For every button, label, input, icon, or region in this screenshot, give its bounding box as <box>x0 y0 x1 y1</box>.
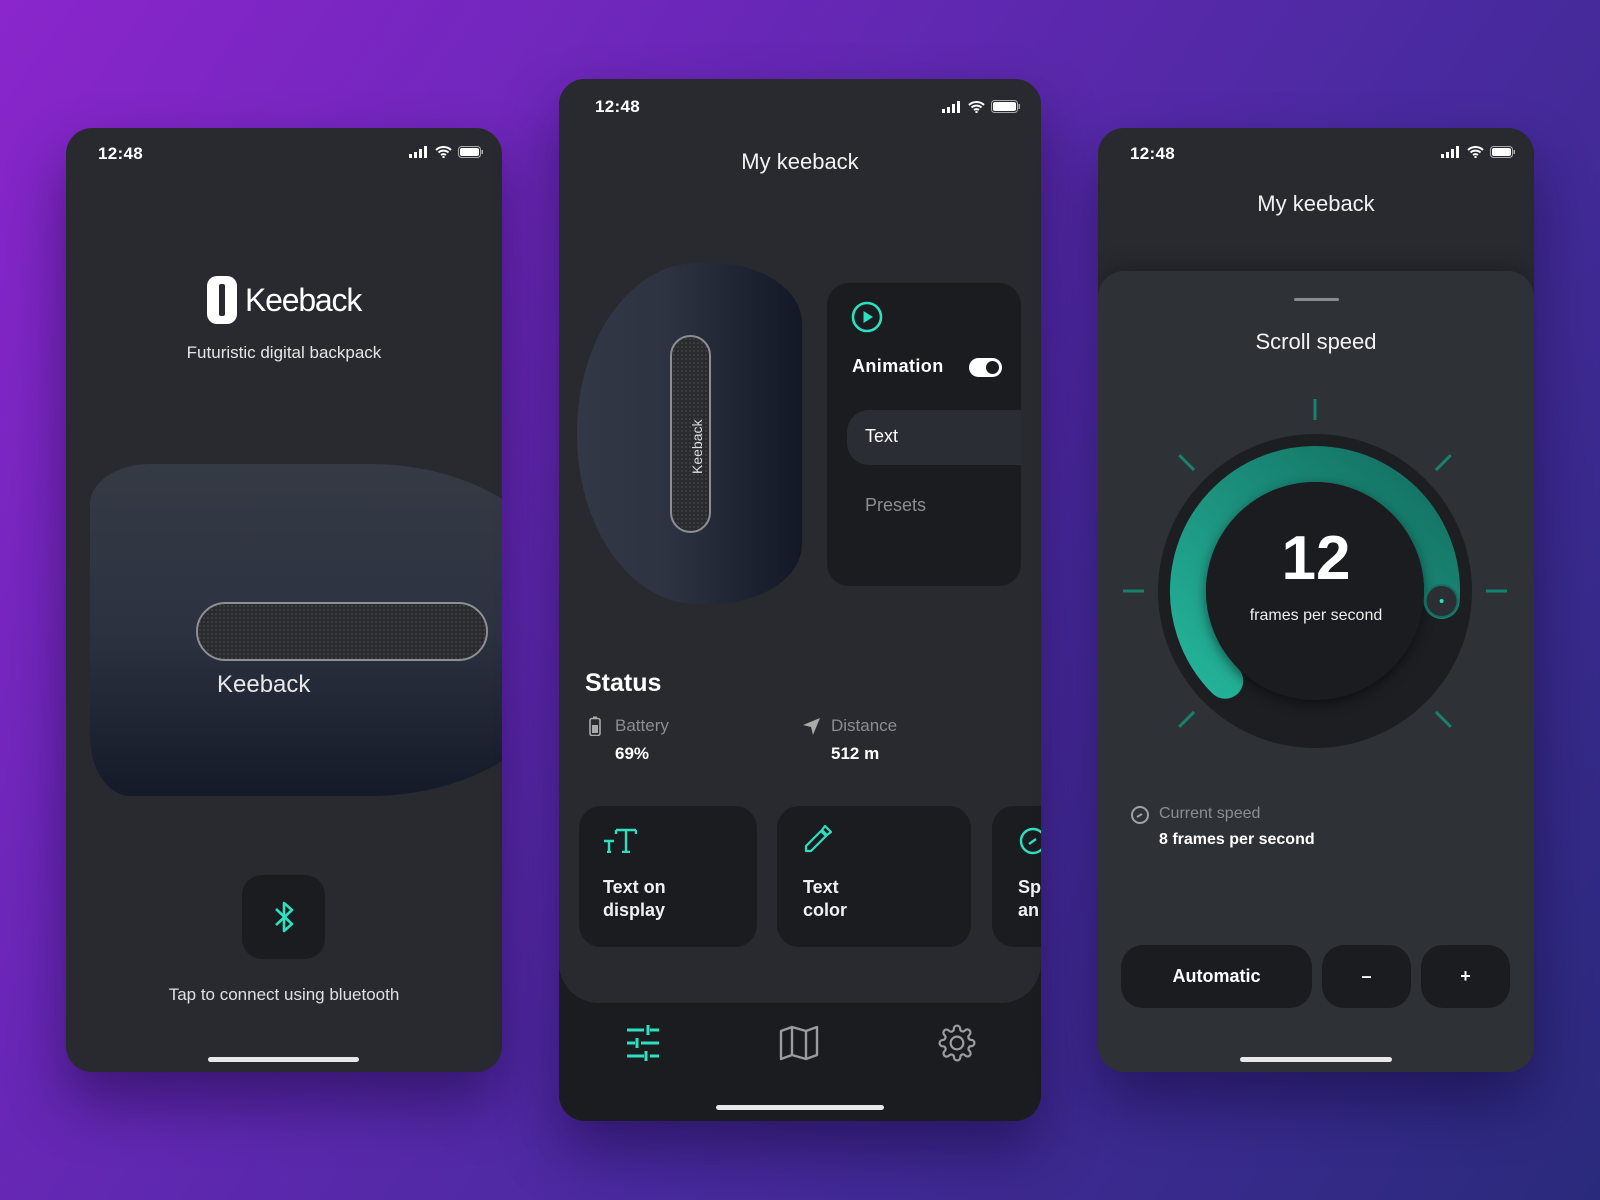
card-text-color[interactable]: Text color <box>777 806 971 947</box>
wifi-icon <box>435 146 452 158</box>
text-size-icon <box>604 828 637 853</box>
sheet-title: Scroll speed <box>1255 329 1377 354</box>
dial-tick <box>1434 454 1452 472</box>
battery-label: Battery <box>615 716 669 735</box>
location-arrow-icon <box>803 718 820 735</box>
toggle-knob <box>986 361 999 374</box>
dashboard-screen: 12:48 My keeback Keeback Animation Text … <box>559 79 1041 1121</box>
scroll-speed-screen: 12:48 My keeback Scroll speed 12 frames … <box>1098 128 1534 1072</box>
speedometer-icon <box>1131 806 1149 824</box>
current-speed-label: Current speed <box>1159 805 1261 822</box>
status-icons <box>1441 146 1516 158</box>
card-label-line2: an <box>1018 900 1040 920</box>
dial-tick <box>1434 710 1452 728</box>
battery-status-icon <box>1490 146 1515 158</box>
wifi-icon <box>1467 146 1484 158</box>
status-icons <box>942 100 1021 113</box>
home-indicator <box>208 1057 359 1062</box>
battery-status-icon <box>458 146 483 158</box>
signal-icon <box>942 100 960 113</box>
dial-unit: frames per second <box>1249 607 1383 624</box>
bluetooth-icon <box>274 901 293 933</box>
dial-value: 12 <box>1281 524 1351 593</box>
tagline: Futuristic digital backpack <box>186 343 382 362</box>
card-text-on-display[interactable]: Text on display <box>579 806 757 947</box>
page-title: My keeback <box>1257 191 1375 216</box>
brand-logo: Keeback <box>207 276 362 324</box>
page-title: My keeback <box>741 149 859 174</box>
brand-name: Keeback <box>245 281 362 318</box>
home-indicator <box>1240 1057 1392 1062</box>
signal-icon <box>409 146 427 158</box>
map-icon[interactable] <box>779 1025 819 1061</box>
connect-hint: Tap to connect using bluetooth <box>168 985 400 1004</box>
card-label-line1: Text <box>803 877 839 897</box>
signal-icon <box>1441 146 1459 158</box>
battery-value: 69% <box>615 744 650 763</box>
current-speed-value: 8 frames per second <box>1159 831 1315 848</box>
card-label-line2: display <box>603 900 666 920</box>
status-icons <box>409 146 484 158</box>
animation-toggle[interactable] <box>969 358 1002 377</box>
keeback-logo-icon <box>207 276 237 324</box>
card-label-line1: Text on <box>603 877 666 897</box>
sheet-handle[interactable] <box>1294 298 1339 301</box>
status-time: 12:48 <box>98 144 143 163</box>
bluetooth-connect-button[interactable] <box>242 875 325 959</box>
status-time: 12:48 <box>595 97 640 116</box>
play-icon[interactable] <box>851 301 883 333</box>
battery-icon <box>589 716 601 736</box>
battery-status-icon <box>991 100 1020 113</box>
device-label: Keeback <box>217 671 311 698</box>
distance-value: 512 m <box>831 744 880 763</box>
dial-tick <box>1178 710 1196 728</box>
home-indicator <box>716 1105 884 1110</box>
automatic-button[interactable]: Automatic <box>1121 945 1312 1008</box>
text-mode-label[interactable]: Text <box>865 426 898 447</box>
sliders-icon[interactable] <box>626 1024 660 1062</box>
welcome-screen: 12:48 Keeback Futuristic digital backpac… <box>66 128 502 1072</box>
status-time: 12:48 <box>1130 144 1175 163</box>
decrease-button[interactable]: – <box>1322 945 1411 1008</box>
animation-label: Animation <box>852 356 944 376</box>
led-display <box>196 602 488 661</box>
eyedropper-icon <box>804 824 833 853</box>
dial-tick <box>1178 454 1196 472</box>
presets-mode-label[interactable]: Presets <box>865 495 926 516</box>
card-speed[interactable]: Sp an <box>992 806 1041 947</box>
speedometer-icon <box>1019 827 1041 855</box>
status-heading: Status <box>585 669 662 697</box>
gear-icon[interactable] <box>938 1024 976 1062</box>
device-label: Keeback <box>689 419 705 474</box>
card-label-line2: color <box>803 900 848 920</box>
card-label-line1: Sp <box>1018 877 1041 897</box>
distance-label: Distance <box>831 716 898 735</box>
increase-button[interactable]: + <box>1421 945 1510 1008</box>
wifi-icon <box>968 100 985 113</box>
